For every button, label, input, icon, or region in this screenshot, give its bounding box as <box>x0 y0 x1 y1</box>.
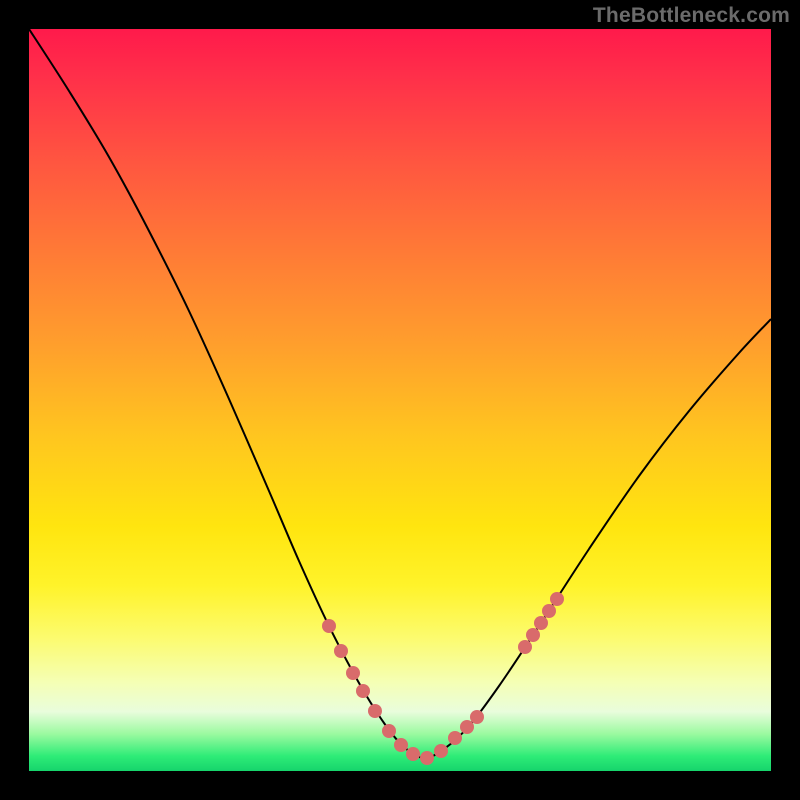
bottleneck-curve <box>29 29 771 758</box>
curve-marker <box>542 604 556 618</box>
chart-frame: TheBottleneck.com <box>0 0 800 800</box>
plot-area <box>29 29 771 771</box>
curve-marker <box>534 616 548 630</box>
curve-marker <box>334 644 348 658</box>
curve-marker <box>356 684 370 698</box>
curve-svg <box>29 29 771 771</box>
curve-marker <box>448 731 462 745</box>
curve-marker <box>322 619 336 633</box>
curve-marker <box>434 744 448 758</box>
curve-marker <box>550 592 564 606</box>
curve-marker <box>420 751 434 765</box>
curve-marker <box>406 747 420 761</box>
curve-marker <box>526 628 540 642</box>
curve-marker <box>346 666 360 680</box>
curve-marker <box>394 738 408 752</box>
curve-marker <box>382 724 396 738</box>
curve-marker <box>368 704 382 718</box>
curve-marker <box>460 720 474 734</box>
curve-marker <box>518 640 532 654</box>
marker-group <box>322 592 564 765</box>
watermark-text: TheBottleneck.com <box>593 4 790 28</box>
curve-marker <box>470 710 484 724</box>
